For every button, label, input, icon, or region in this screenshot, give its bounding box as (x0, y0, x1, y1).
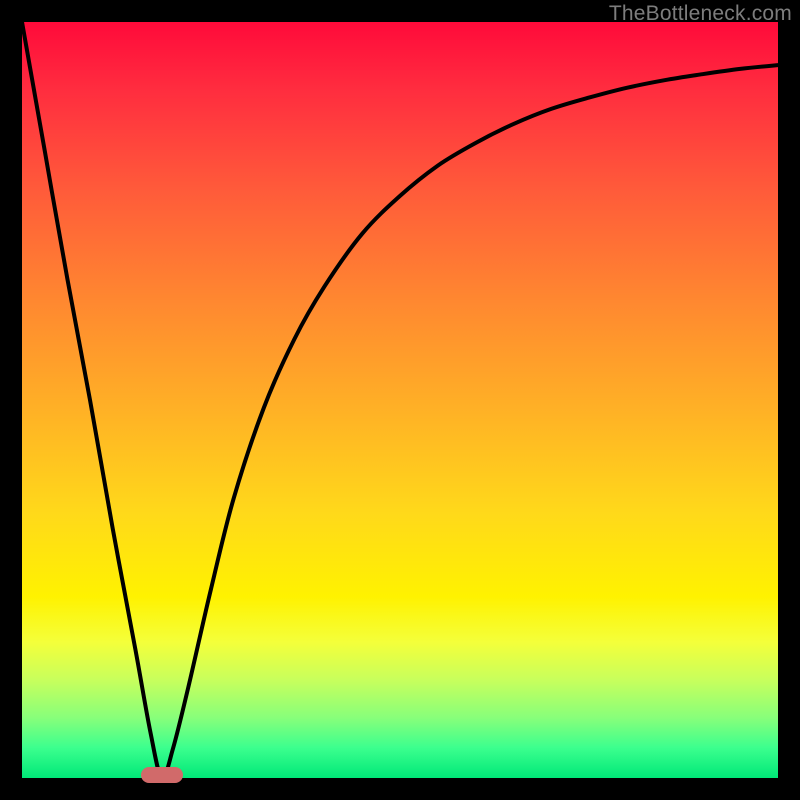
optimal-marker (141, 767, 183, 783)
plot-area (22, 22, 778, 778)
watermark-label: TheBottleneck.com (609, 2, 792, 26)
chart-frame: TheBottleneck.com (0, 0, 800, 800)
bottleneck-curve (22, 22, 778, 778)
